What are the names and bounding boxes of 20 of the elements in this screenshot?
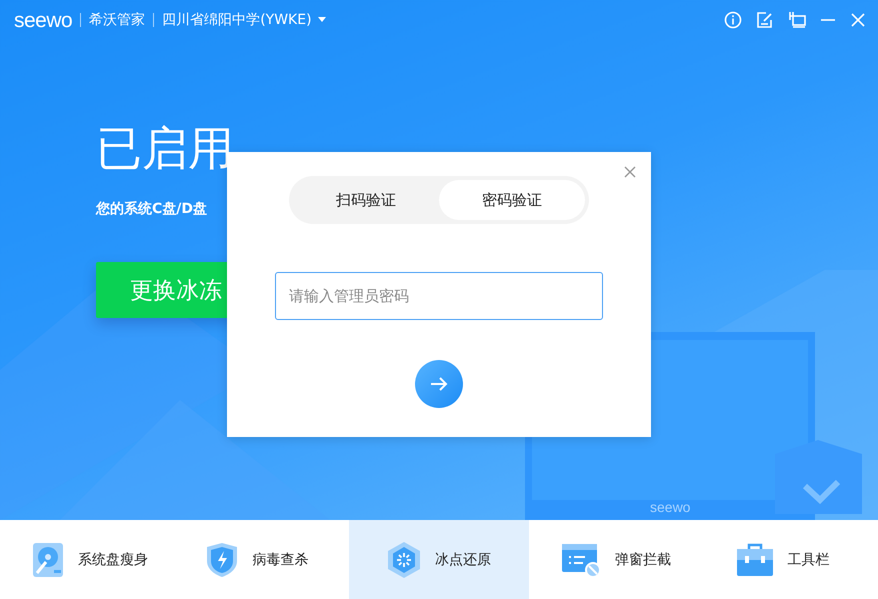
monitor-logo: seewo bbox=[650, 499, 690, 515]
submit-button[interactable] bbox=[415, 360, 463, 408]
verify-tab[interactable]: 密码验证 bbox=[439, 180, 585, 220]
edit-icon[interactable] bbox=[756, 11, 774, 29]
verify-tab[interactable]: 扫码验证 bbox=[293, 180, 439, 220]
nav-item[interactable]: 冰点还原 bbox=[348, 520, 530, 599]
logo: seewo bbox=[14, 10, 72, 30]
toolbox-icon bbox=[736, 542, 774, 576]
popup-window-icon bbox=[561, 542, 602, 578]
password-field[interactable]: 请输入管理员密码 bbox=[275, 272, 603, 320]
snowflake-icon bbox=[386, 542, 421, 578]
close-icon[interactable] bbox=[624, 166, 636, 178]
monitor-icon[interactable] bbox=[788, 11, 806, 29]
info-icon[interactable] bbox=[724, 11, 742, 29]
caret-icon bbox=[318, 17, 326, 23]
hero-subtitle: 您的系统C盘/D盘 bbox=[96, 200, 208, 218]
arrow-right-icon bbox=[430, 376, 448, 392]
app-name: 希沃管家 bbox=[89, 11, 146, 29]
shield-icon bbox=[206, 542, 238, 578]
hero-title: 已启用 bbox=[96, 120, 234, 177]
